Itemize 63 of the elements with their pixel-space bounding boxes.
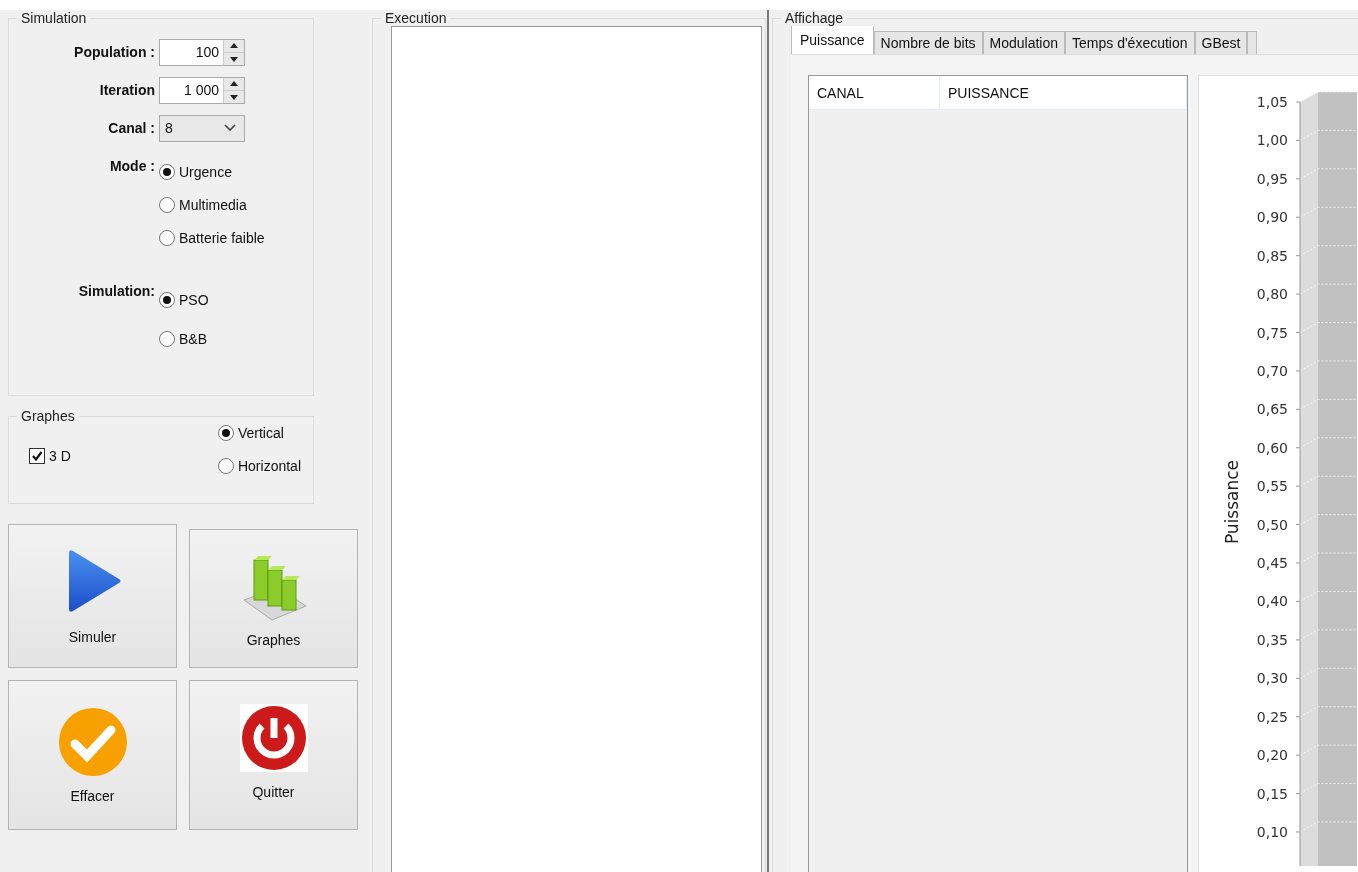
radio-button[interactable] <box>159 196 175 213</box>
power-icon <box>237 702 310 774</box>
spin-box[interactable]: 100 <box>159 38 245 66</box>
checkbox-label: 3 D <box>49 448 71 464</box>
tick-label: 0,60 <box>1256 439 1288 456</box>
tick-label: 0,40 <box>1256 593 1288 610</box>
checkmark-icon <box>56 706 129 778</box>
axis-title: Puissance <box>1222 459 1242 545</box>
action-button[interactable]: Simuler <box>8 524 177 668</box>
channel-dropdown[interactable]: 8 <box>159 114 245 142</box>
tick-label: 0,30 <box>1256 670 1288 687</box>
chevron-down-icon <box>224 124 236 132</box>
checkbox[interactable] <box>29 448 45 464</box>
radio-button[interactable] <box>159 163 175 180</box>
tick-label: 0,10 <box>1256 824 1288 840</box>
tick-label: 0,25 <box>1256 708 1288 725</box>
tick-label: 0,90 <box>1256 209 1288 226</box>
field-label: Simulation: <box>77 282 156 301</box>
radio-label: Horizontal <box>237 457 301 474</box>
field-label: Iteration <box>98 81 156 100</box>
tick-label: 0,65 <box>1256 401 1288 418</box>
tab[interactable]: Puissance <box>791 25 874 54</box>
action-button[interactable]: Effacer <box>8 680 177 830</box>
radio-button[interactable] <box>159 229 175 246</box>
radio-label: Multimedia <box>179 196 247 213</box>
radio-button[interactable] <box>217 457 234 474</box>
tab[interactable]: Modulation <box>982 31 1066 54</box>
column-header[interactable]: CANAL <box>809 76 940 110</box>
tick-label: 0,35 <box>1256 631 1288 648</box>
tab[interactable]: GBest <box>1194 31 1248 54</box>
group-title: Simulation <box>20 10 88 26</box>
group-title: Execution <box>384 10 448 26</box>
field-label: Mode : <box>108 157 156 176</box>
radio-label: PSO <box>179 291 209 308</box>
radio-label: Vertical <box>237 424 284 441</box>
radio-label: Urgence <box>179 163 232 180</box>
tick-label: 0,55 <box>1256 478 1288 495</box>
radio-button[interactable] <box>159 291 175 308</box>
tick-label: 1,05 <box>1256 94 1288 110</box>
column-header[interactable]: PUISSANCE <box>940 76 1187 110</box>
tab[interactable]: Nombre de bits <box>873 31 983 54</box>
action-button[interactable]: Graphes <box>189 529 358 668</box>
action-button[interactable]: Quitter <box>189 680 358 830</box>
tick-label: 0,20 <box>1256 747 1288 764</box>
tick-label: 0,95 <box>1256 170 1288 187</box>
tick-label: 0,45 <box>1256 555 1288 572</box>
field-label: Canal : <box>107 119 156 138</box>
tick-label: 0,50 <box>1256 516 1288 533</box>
spin-box[interactable]: 1 000 <box>159 76 245 104</box>
tab[interactable]: Temps d'éxecution <box>1065 31 1195 54</box>
radio-label: Batterie faible <box>179 229 265 246</box>
field-label: Population : <box>73 43 156 62</box>
group-title: Graphes <box>20 408 76 424</box>
radio-button[interactable] <box>159 330 175 347</box>
tick-label: 0,75 <box>1256 324 1288 341</box>
radio-button[interactable] <box>217 424 234 441</box>
radio-label: B&B <box>179 330 207 347</box>
tick-label: 1,00 <box>1256 132 1288 149</box>
tick-label: 0,80 <box>1256 286 1288 303</box>
tick-label: 0,85 <box>1256 247 1288 264</box>
tick-label: 0,70 <box>1256 362 1288 379</box>
tick-label: 0,15 <box>1256 785 1288 802</box>
group-title: Affichage <box>784 11 845 26</box>
